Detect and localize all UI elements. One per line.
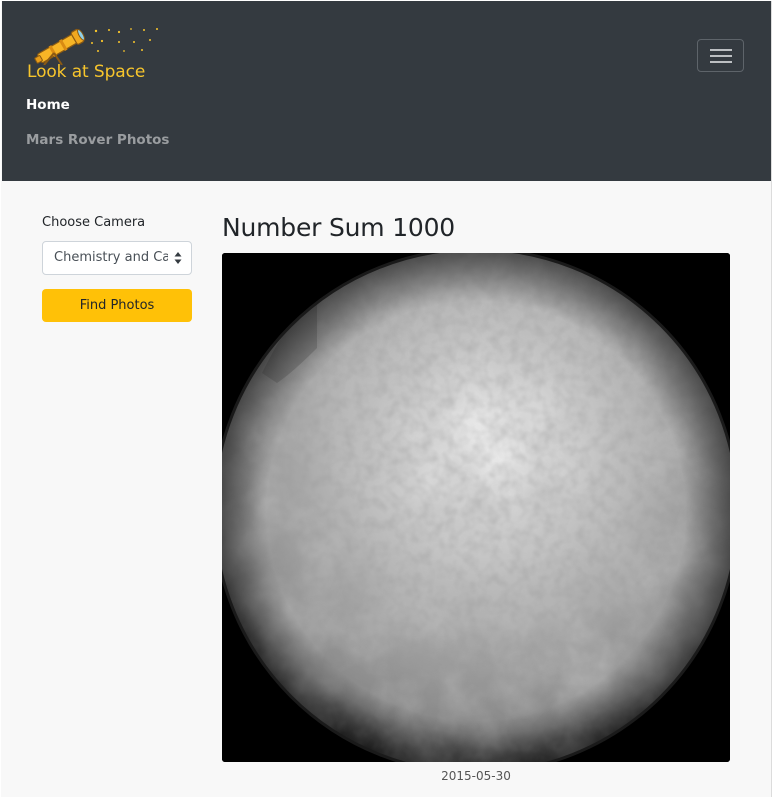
navbar-toggle-button[interactable] [697, 39, 744, 72]
camera-select[interactable]: Chemistry and Camera Complex [42, 241, 192, 275]
mars-rover-photo[interactable] [222, 253, 730, 762]
top-navbar: Look at Space Home Mars Rover Photos [2, 1, 771, 181]
nav-link-mars-rover-photos[interactable]: Mars Rover Photos [26, 132, 169, 148]
nav-link-home[interactable]: Home [26, 97, 70, 113]
brand-logo[interactable]: Look at Space [26, 25, 166, 83]
find-photos-button[interactable]: Find Photos [42, 289, 192, 322]
page: Look at Space Home Mars Rover Photos Cho… [1, 1, 772, 797]
camera-label: Choose Camera [42, 215, 146, 230]
telescope-icon [34, 28, 158, 65]
camera-select-value: Chemistry and Camera Complex [54, 250, 168, 265]
sort-arrows-icon [174, 252, 182, 264]
brand-title: Look at Space [27, 62, 146, 82]
hamburger-menu-icon [710, 61, 732, 63]
hamburger-menu-icon [710, 55, 732, 57]
photo-date: 2015-05-30 [441, 769, 511, 783]
hamburger-menu-icon [710, 49, 732, 51]
page-title: Number Sum 1000 [222, 213, 456, 242]
photo-image [222, 253, 730, 762]
